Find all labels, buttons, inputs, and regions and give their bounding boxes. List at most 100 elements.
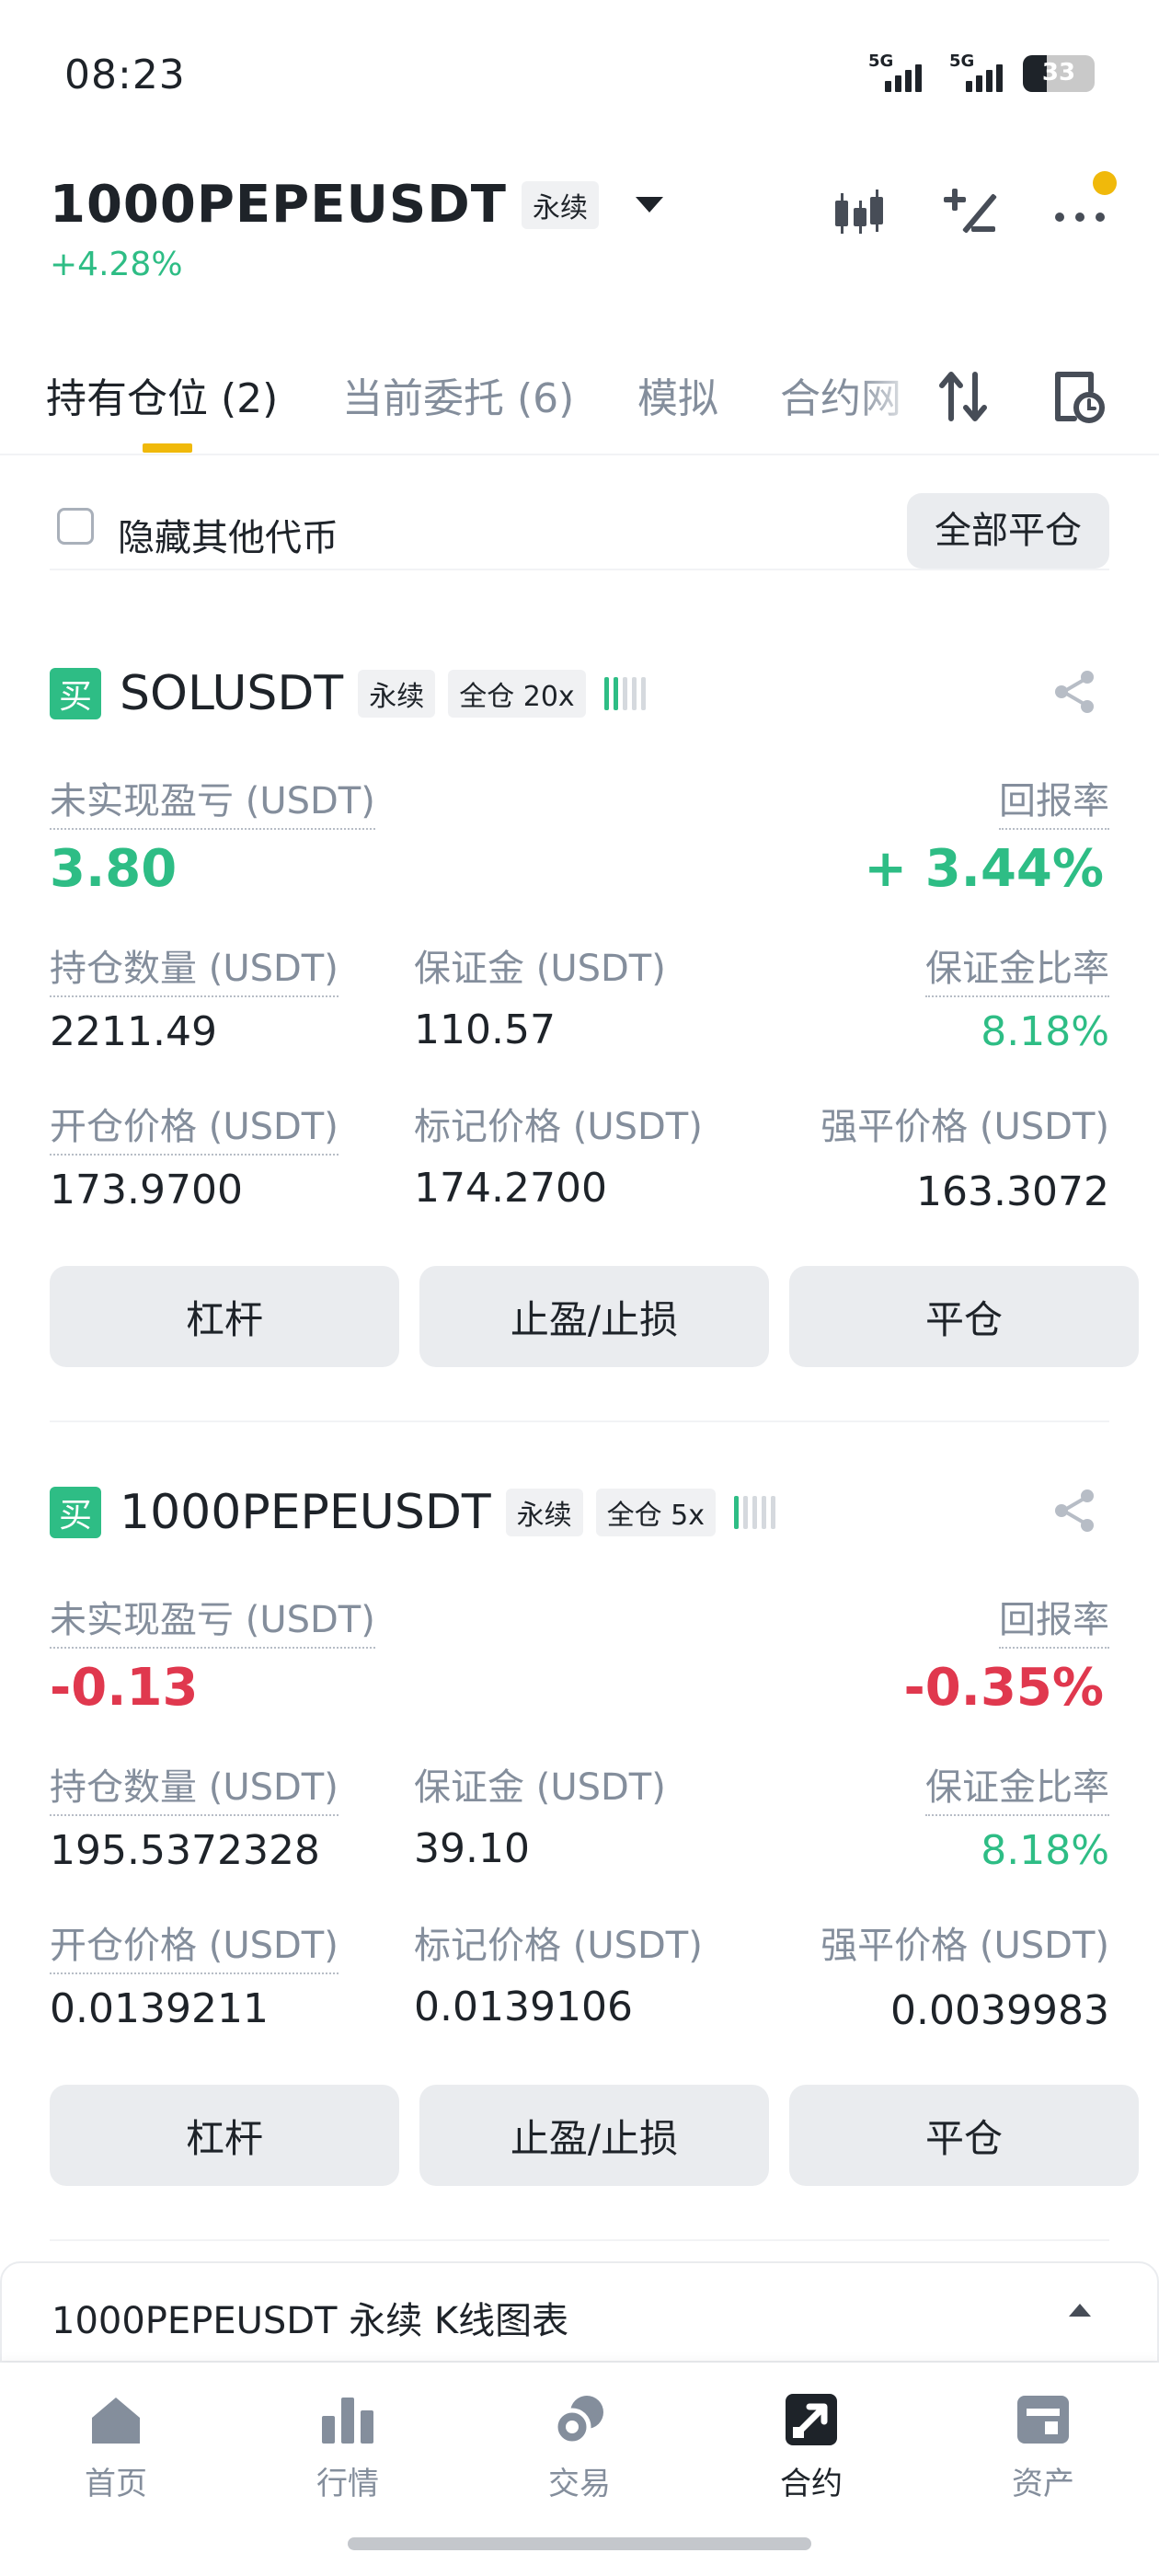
- close-position-button[interactable]: 平仓: [789, 1266, 1139, 1367]
- mark-price-value: 0.0139106: [414, 1984, 633, 2030]
- position-card: 买 1000PEPEUSDT 永续 全仓 5x 未实现盈亏 (USDT) 回报率…: [50, 1476, 1139, 2241]
- risk-level-icon: [603, 675, 646, 712]
- candlestick-icon[interactable]: [830, 184, 889, 243]
- card-divider: [50, 2239, 1109, 2241]
- hide-other-symbols-label[interactable]: 隐藏其他代币: [118, 508, 339, 561]
- close-all-button[interactable]: 全部平仓: [907, 493, 1109, 569]
- position-size-value: 195.5372328: [50, 1827, 320, 1874]
- liquidation-price-value: 163.3072: [916, 1168, 1109, 1215]
- home-indicator: [348, 2537, 811, 2550]
- status-bar: 08:23 5G 5G 33: [0, 0, 1159, 156]
- tab-simulation[interactable]: 模拟: [637, 365, 718, 424]
- tab-fade: [855, 354, 938, 446]
- price-change: +4.28%: [50, 246, 183, 283]
- tpsl-button[interactable]: 止盈/止损: [419, 2085, 769, 2186]
- nav-item-futures[interactable]: 合约: [729, 2386, 894, 2503]
- margin-ratio-label[interactable]: 保证金比率: [925, 938, 1109, 997]
- margin-ratio-value: 8.18%: [981, 1008, 1109, 1055]
- position-tabs: 持有仓位 (2) 当前委托 (6) 模拟 合约网: [0, 354, 1159, 455]
- close-position-button[interactable]: 平仓: [789, 2085, 1139, 2186]
- page-title: 1000PEPEUSDT: [50, 175, 507, 235]
- margin-ratio-label[interactable]: 保证金比率: [925, 1757, 1109, 1816]
- sort-icon[interactable]: [935, 367, 993, 426]
- liquidation-price-value: 0.0039983: [890, 1987, 1109, 2034]
- margin-label: 保证金 (USDT): [414, 948, 666, 990]
- leverage-button[interactable]: 杠杆: [50, 1266, 399, 1367]
- leverage-button[interactable]: 杠杆: [50, 2085, 399, 2186]
- futures-icon: [778, 2386, 844, 2453]
- home-icon: [83, 2386, 149, 2453]
- filter-row: 隐藏其他代币 全部平仓: [50, 488, 1109, 570]
- tab-positions[interactable]: 持有仓位 (2): [46, 365, 278, 424]
- trade-icon: [546, 2386, 613, 2453]
- tab-open-orders[interactable]: 当前委托 (6): [342, 365, 574, 424]
- margin-mode-badge[interactable]: 全仓 5x: [595, 1489, 717, 1536]
- share-icon[interactable]: [1049, 1485, 1100, 1536]
- nav-item-trade[interactable]: 交易: [497, 2386, 662, 2503]
- position-card-header: 买 SOLUSDT 永续 全仓 20x: [50, 657, 1109, 730]
- liquidation-price-label: 强平价格 (USDT): [820, 1925, 1109, 1967]
- risk-level-icon: [734, 1494, 776, 1531]
- status-icons: 5G 5G 33: [868, 52, 1095, 92]
- status-time: 08:23: [64, 52, 186, 98]
- position-card-header: 买 1000PEPEUSDT 永续 全仓 5x: [50, 1476, 1109, 1549]
- margin-mode-badge[interactable]: 全仓 20x: [448, 670, 586, 718]
- position-card: 买 SOLUSDT 永续 全仓 20x 未实现盈亏 (USDT) 回报率 3.8…: [50, 657, 1139, 1422]
- hide-other-symbols-checkbox[interactable]: [57, 508, 94, 545]
- signal-icon: 5G: [868, 52, 924, 92]
- tpsl-button[interactable]: 止盈/止损: [419, 1266, 769, 1367]
- battery-icon: 33: [1023, 55, 1095, 92]
- nav-item-markets[interactable]: 行情: [265, 2386, 430, 2503]
- card-divider: [50, 1420, 1109, 1422]
- contract-type-badge: 永续: [521, 180, 599, 229]
- unrealized-pnl-value: 3.80: [50, 839, 178, 899]
- margin-label: 保证金 (USDT): [414, 1766, 666, 1809]
- share-icon[interactable]: [1049, 666, 1100, 718]
- position-size-value: 2211.49: [50, 1008, 217, 1055]
- roe-value: -0.35%: [903, 1658, 1104, 1718]
- markets-icon: [315, 2386, 381, 2453]
- header-actions: [830, 171, 1117, 243]
- entry-price-label[interactable]: 开仓价格 (USDT): [50, 1097, 339, 1156]
- contract-type-badge: 永续: [358, 670, 436, 718]
- roe-label[interactable]: 回报率: [999, 1590, 1109, 1649]
- position-size-label[interactable]: 持仓数量 (USDT): [50, 1757, 339, 1816]
- header: 1000PEPEUSDT 永续 +4.28%: [50, 171, 1117, 304]
- plus-minus-icon[interactable]: [940, 184, 999, 243]
- bottom-nav: 首页 行情 交易 合约 资产: [0, 2363, 1159, 2576]
- wallet-icon: [1010, 2386, 1076, 2453]
- kline-chart-toggle[interactable]: 1000PEPEUSDT 永续 K线图表: [0, 2261, 1159, 2363]
- mark-price-label: 标记价格 (USDT): [414, 1106, 703, 1148]
- active-tab-indicator: [143, 443, 192, 453]
- position-size-label[interactable]: 持仓数量 (USDT): [50, 938, 339, 997]
- unrealized-pnl-value: -0.13: [50, 1658, 199, 1718]
- roe-label[interactable]: 回报率: [999, 771, 1109, 830]
- margin-ratio-value: 8.18%: [981, 1827, 1109, 1874]
- entry-price-label[interactable]: 开仓价格 (USDT): [50, 1915, 339, 1974]
- mark-price-label: 标记价格 (USDT): [414, 1925, 703, 1967]
- side-badge: 买: [50, 1487, 101, 1538]
- nav-item-assets[interactable]: 资产: [960, 2386, 1126, 2503]
- position-symbol[interactable]: SOLUSDT: [120, 666, 343, 721]
- kline-chart-label: 1000PEPEUSDT 永续 K线图表: [52, 2300, 569, 2342]
- position-symbol[interactable]: 1000PEPEUSDT: [120, 1485, 491, 1540]
- mark-price-value: 174.2700: [414, 1165, 607, 1212]
- caret-down-icon[interactable]: [635, 197, 663, 213]
- entry-price-value: 0.0139211: [50, 1985, 269, 2032]
- signal-icon: 5G: [949, 52, 1004, 92]
- side-badge: 买: [50, 668, 101, 719]
- contract-type-badge: 永续: [505, 1489, 583, 1536]
- unrealized-pnl-label[interactable]: 未实现盈亏 (USDT): [50, 771, 375, 830]
- margin-value: 39.10: [414, 1825, 530, 1872]
- more-icon[interactable]: [1050, 171, 1117, 243]
- unrealized-pnl-label[interactable]: 未实现盈亏 (USDT): [50, 1590, 375, 1649]
- futures-positions-screen: 08:23 5G 5G 33 1000PEPEUSDT 永续 +4.28% 持有…: [0, 0, 1159, 2576]
- roe-value: + 3.44%: [864, 839, 1104, 899]
- liquidation-price-label: 强平价格 (USDT): [820, 1106, 1109, 1148]
- entry-price-value: 173.9700: [50, 1167, 243, 1213]
- caret-up-icon[interactable]: [1069, 2304, 1091, 2317]
- margin-value: 110.57: [414, 1006, 556, 1053]
- nav-item-home[interactable]: 首页: [33, 2386, 199, 2503]
- history-icon[interactable]: [1049, 367, 1107, 426]
- notification-dot: [1093, 171, 1117, 195]
